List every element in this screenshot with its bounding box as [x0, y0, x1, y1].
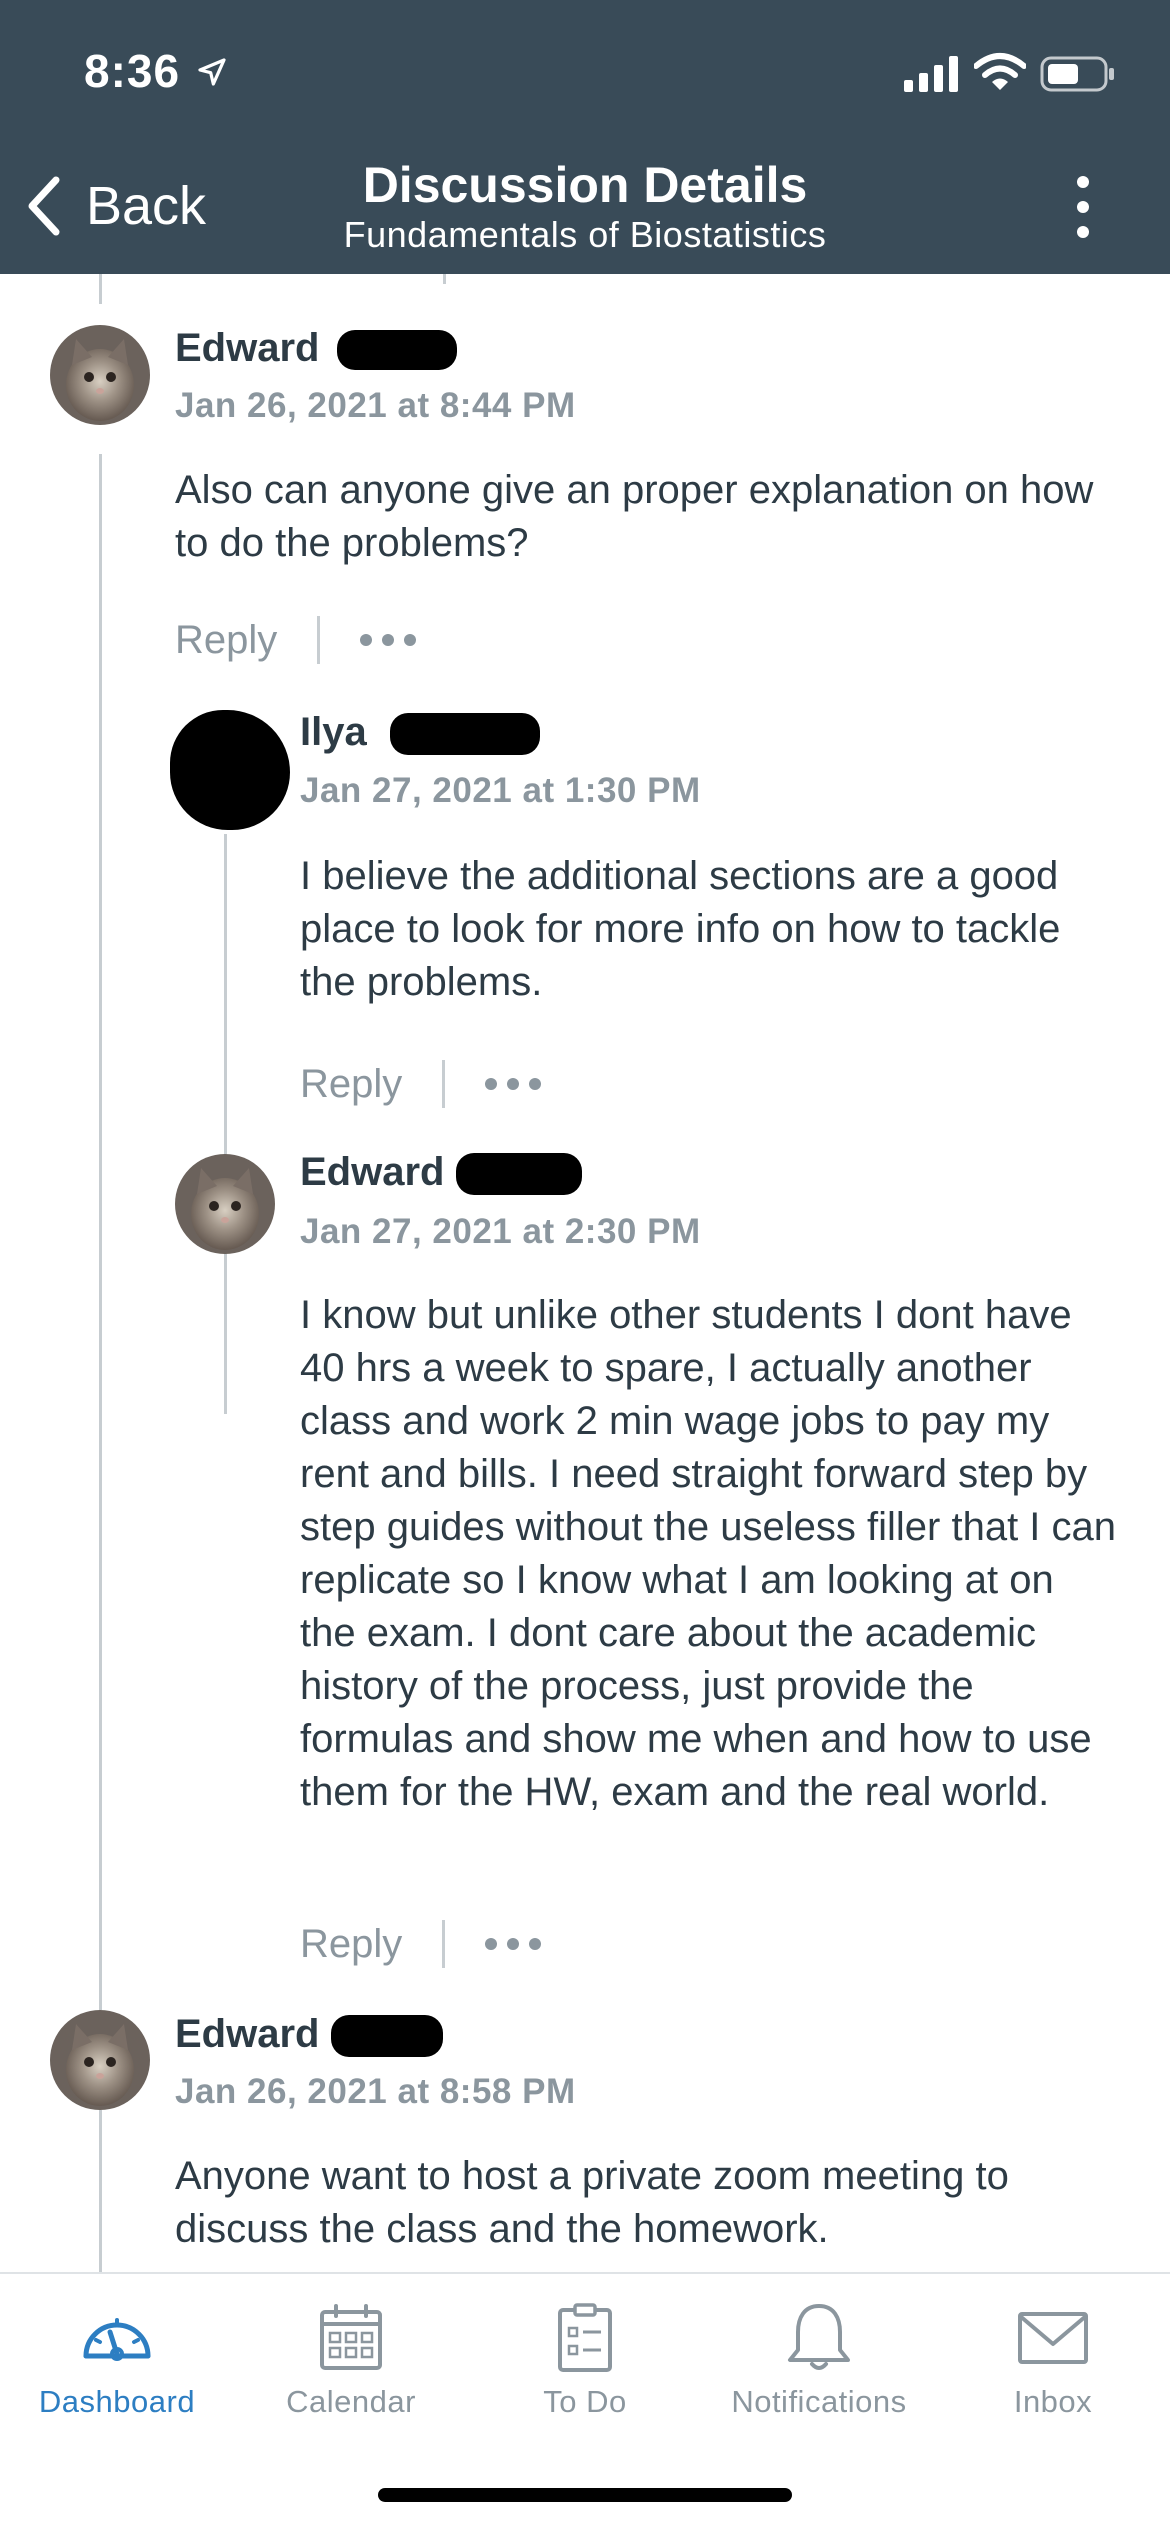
- tab-calendar[interactable]: Calendar: [234, 2274, 468, 2434]
- author-name-text: Edward: [175, 326, 320, 370]
- thread-line: [99, 274, 102, 304]
- more-actions-icon[interactable]: [485, 1938, 542, 1950]
- post-actions: Reply: [175, 610, 417, 670]
- location-arrow-icon: [198, 58, 226, 86]
- tab-todo[interactable]: To Do: [468, 2274, 702, 2434]
- discussion-thread[interactable]: Edward Jan 26, 2021 at 8:44 PM Also can …: [0, 274, 1170, 2272]
- author-name-text: Ilya: [300, 710, 367, 754]
- tab-label: To Do: [543, 2384, 627, 2419]
- reply-button[interactable]: Reply: [300, 1062, 402, 1107]
- cellular-signal-icon: [904, 56, 958, 92]
- more-options-icon[interactable]: [1064, 172, 1102, 242]
- more-actions-icon[interactable]: [485, 1078, 542, 1090]
- cat-avatar-image: [50, 325, 150, 425]
- post-date: Jan 26, 2021 at 8:44 PM: [175, 386, 576, 425]
- tab-inbox[interactable]: Inbox: [936, 2274, 1170, 2434]
- cat-avatar-image: [175, 1154, 275, 1254]
- chevron-left-icon: [28, 176, 60, 236]
- post-date: Jan 27, 2021 at 2:30 PM: [300, 1212, 701, 1251]
- actions-divider: [442, 1060, 446, 1108]
- home-indicator: [378, 2488, 792, 2502]
- tab-label: Dashboard: [38, 2384, 196, 2419]
- post-actions: Reply: [300, 1914, 542, 1974]
- tab-label: Calendar: [286, 2384, 416, 2419]
- avatar[interactable]: [50, 325, 150, 425]
- dashboard-icon: [83, 2318, 151, 2361]
- author-name[interactable]: Edward: [300, 1150, 582, 1196]
- battery-icon: [1040, 56, 1114, 92]
- author-name[interactable]: Ilya: [300, 710, 540, 756]
- post-actions: Reply: [300, 1054, 542, 1114]
- clipped-divider: [443, 274, 446, 284]
- todo-icon: [558, 2303, 612, 2372]
- back-label: Back: [86, 176, 207, 236]
- post-date: Jan 26, 2021 at 8:58 PM: [175, 2072, 576, 2111]
- tab-dashboard[interactable]: Dashboard: [0, 2274, 234, 2434]
- author-name[interactable]: Edward: [175, 2012, 443, 2058]
- back-button[interactable]: Back: [24, 168, 206, 244]
- post-message: I believe the additional sections are a …: [300, 854, 1061, 1004]
- avatar[interactable]: [175, 1154, 275, 1254]
- post-date: Jan 27, 2021 at 1:30 PM: [300, 771, 701, 810]
- more-actions-icon[interactable]: [360, 634, 417, 646]
- redacted-surname: [336, 330, 457, 371]
- reply-button[interactable]: Reply: [175, 618, 277, 663]
- top-bar: 8:36 Back Discussion Details Fundamental…: [0, 0, 1170, 274]
- page-title: Discussion Details: [362, 157, 808, 213]
- reply-button[interactable]: Reply: [300, 1922, 402, 1967]
- tab-notifications[interactable]: Notifications: [702, 2274, 936, 2434]
- author-name-text: Edward: [175, 2012, 320, 2056]
- thread-line: [99, 2136, 102, 2272]
- post-message: Anyone want to host a private zoom meeti…: [175, 2154, 1009, 2251]
- avatar[interactable]: [170, 710, 290, 830]
- avatar[interactable]: [50, 2010, 150, 2110]
- redacted-surname: [389, 713, 540, 756]
- thread-line: [99, 454, 102, 2179]
- nested-thread-line: [224, 834, 227, 1414]
- post-message: Also can anyone give an proper explanati…: [175, 468, 1094, 565]
- bell-icon: [788, 2304, 850, 2370]
- post-message: I know but unlike other students I dont …: [300, 1293, 1117, 1814]
- calendar-icon: [320, 2304, 382, 2370]
- redacted-surname: [330, 2015, 443, 2058]
- author-name-text: Edward: [300, 1150, 445, 1194]
- tab-label: Notifications: [731, 2384, 907, 2419]
- actions-divider: [442, 1920, 446, 1968]
- envelope-icon: [1018, 2312, 1088, 2364]
- redacted-surname: [455, 1153, 582, 1196]
- tab-label: Inbox: [1013, 2384, 1093, 2419]
- cat-avatar-image: [50, 2010, 150, 2110]
- course-subtitle: Fundamentals of Biostatistics: [343, 214, 827, 255]
- status-time: 8:36: [84, 45, 181, 97]
- author-name[interactable]: Edward: [175, 326, 457, 371]
- actions-divider: [317, 616, 321, 664]
- wifi-icon: [974, 53, 1026, 90]
